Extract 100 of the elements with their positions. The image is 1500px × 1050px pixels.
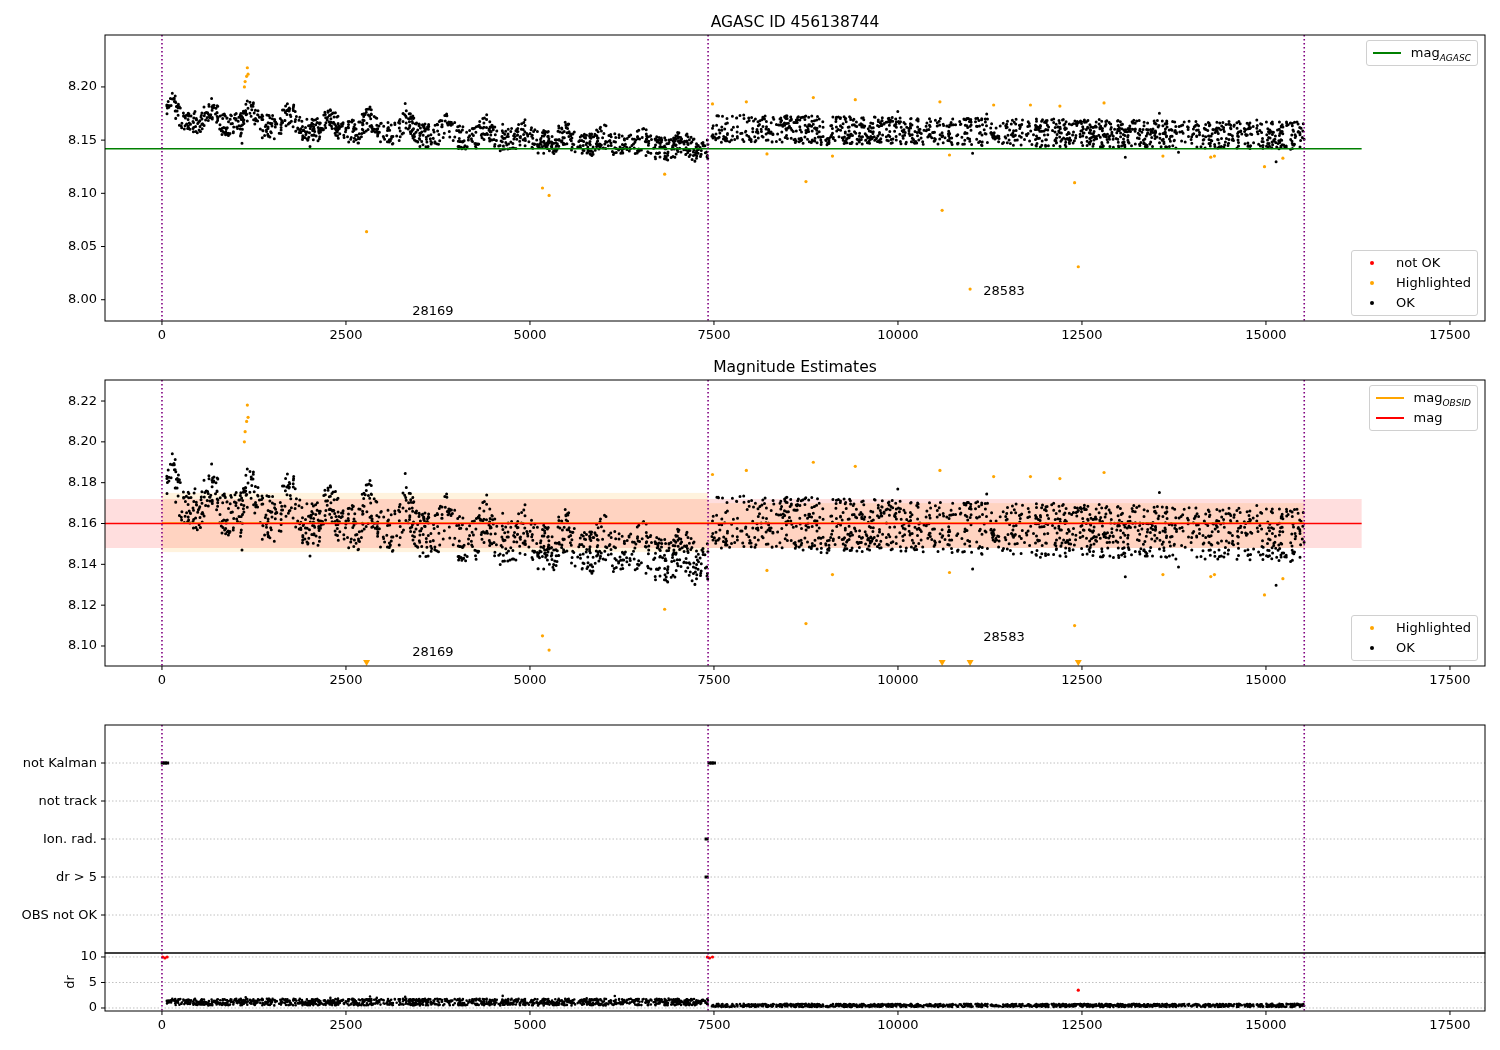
tick-label: 12500 (1061, 672, 1103, 687)
tick-label: 0 (157, 327, 167, 342)
data-point (540, 186, 545, 190)
tick-label: 17500 (1429, 327, 1471, 342)
data-point (765, 568, 769, 573)
tick-label: 7500 (697, 672, 731, 687)
data-point (938, 468, 942, 473)
data-point (830, 572, 835, 577)
data-point (1161, 572, 1165, 577)
tick-label: 10 (80, 948, 97, 964)
data-point (663, 607, 667, 611)
out-of-range-marker (363, 660, 371, 666)
out-of-range-marker (966, 660, 974, 666)
data-point (992, 474, 996, 479)
tick-label: 8.15 (68, 131, 97, 147)
tick-label: 8.16 (68, 515, 97, 530)
tick-label: 5000 (513, 672, 547, 687)
out-of-range-marker (1074, 660, 1082, 666)
annotation-label: 28169 (412, 643, 454, 659)
annotation-label: 28169 (412, 302, 454, 318)
tick-label: 8.20 (68, 433, 97, 449)
tick-label: 15000 (1245, 1017, 1287, 1032)
data-point (663, 172, 667, 176)
tick-label: 0 (157, 1017, 167, 1032)
data-point (853, 464, 857, 468)
data-point (947, 570, 952, 575)
tick-label: 5000 (513, 327, 547, 342)
data-point (811, 460, 815, 464)
tick-label: 17500 (1429, 672, 1471, 687)
data-point (547, 193, 551, 198)
data-point (744, 100, 748, 104)
annotation-label: 28583 (983, 283, 1025, 299)
tick-label: 15000 (1245, 672, 1287, 687)
tick-label: 8.14 (68, 555, 97, 571)
tick-label: 2500 (329, 672, 363, 687)
tick-label: not track (38, 792, 97, 808)
tick-label: 2500 (329, 327, 363, 342)
data-point (245, 403, 249, 407)
tick-label: 8.00 (68, 291, 97, 307)
tick-label: 8.22 (68, 392, 97, 408)
tick-label: 17500 (1429, 1017, 1471, 1032)
data-point (1076, 265, 1080, 269)
data-point (1102, 101, 1106, 105)
legend-label: OK (1396, 294, 1415, 312)
data-point (710, 102, 715, 106)
data-point (710, 472, 715, 477)
data-point (765, 152, 769, 156)
data-point (744, 468, 748, 473)
data-point (1058, 477, 1062, 481)
tick-label: 0 (157, 672, 167, 687)
data-point (853, 98, 857, 102)
legend-label: Highlighted (1396, 619, 1471, 637)
data-point (947, 153, 952, 157)
tick-label: 8.20 (68, 78, 97, 94)
tick-label: 10000 (877, 327, 919, 342)
data-point (1058, 104, 1062, 108)
data-point (364, 230, 369, 234)
data-point (804, 180, 808, 184)
data-point (804, 621, 808, 626)
chart-title: Magnitude Estimates (713, 358, 877, 376)
data-point (1281, 577, 1285, 581)
tick-label: 8.10 (68, 184, 97, 200)
axis-label: dr (61, 975, 77, 989)
out-of-range-marker (938, 660, 946, 666)
tick-label: 8.10 (68, 637, 97, 653)
tick-label: 5 (88, 974, 97, 989)
data-point (940, 208, 944, 212)
tick-label: 7500 (697, 327, 731, 342)
tick-label: Ion. rad. (43, 830, 97, 846)
tick-label: 12500 (1061, 1017, 1103, 1032)
tick-label: 12500 (1061, 327, 1103, 342)
data-point (1073, 181, 1077, 185)
data-point (540, 634, 545, 638)
tick-label: 7500 (697, 1017, 731, 1032)
tick-label: 8.12 (68, 596, 97, 612)
tick-label: 2500 (329, 1017, 363, 1032)
data-point (242, 440, 246, 444)
data-point (830, 154, 835, 158)
flag-mark (704, 875, 709, 879)
legend-label: mag$_{OBSID}$ (1413, 389, 1471, 407)
chart-title: AGASC ID 456138744 (710, 13, 880, 31)
data-point (243, 430, 247, 434)
tick-label: 8.05 (68, 238, 97, 253)
legend-label: mag$_{AGASC}$ (1410, 44, 1471, 62)
tick-label: 15000 (1245, 327, 1287, 342)
data-point (1281, 156, 1285, 160)
tick-label: 0 (88, 999, 97, 1015)
tick-label: 10000 (877, 1017, 919, 1032)
data-point (245, 66, 249, 70)
data-point (1262, 593, 1267, 597)
legend-label: mag (1413, 409, 1443, 427)
tick-label: 8.18 (68, 474, 97, 490)
legend-label: not OK (1396, 254, 1441, 272)
data-point (992, 103, 996, 107)
annotation-label: 28583 (983, 628, 1025, 644)
data-point (968, 287, 972, 291)
data-point (1161, 154, 1165, 158)
tick-label: OBS not OK (21, 906, 97, 922)
flag-mark (704, 837, 709, 841)
data-point (1076, 988, 1080, 992)
